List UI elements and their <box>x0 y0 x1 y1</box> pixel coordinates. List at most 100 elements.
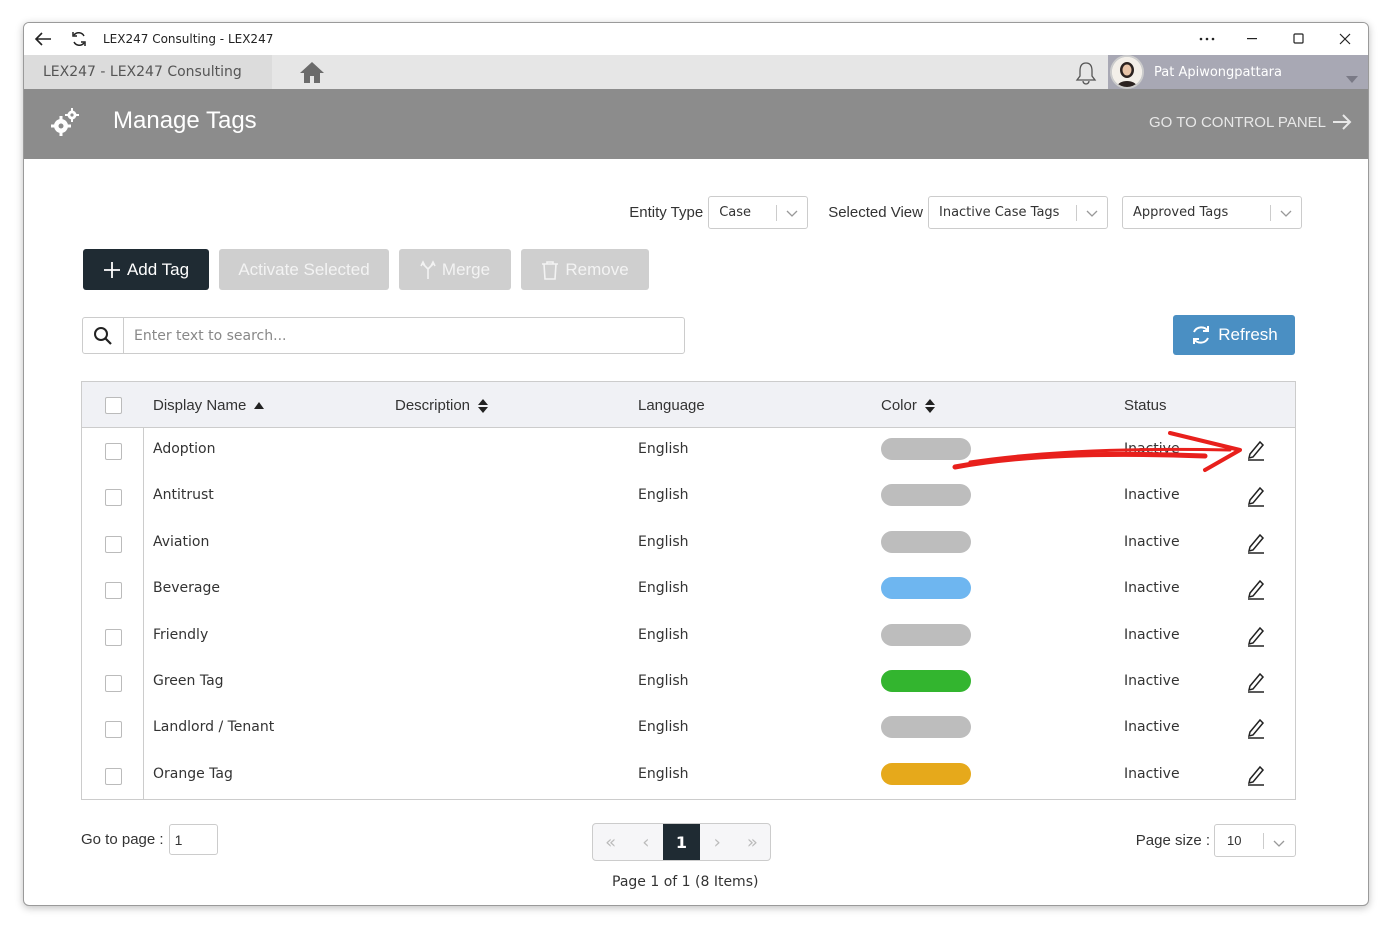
cell-display-name: Aviation <box>153 533 210 550</box>
last-page-button[interactable]: » <box>735 824 770 860</box>
refresh-button[interactable]: Refresh <box>1173 315 1295 355</box>
row-checkbox[interactable] <box>105 675 122 692</box>
plus-icon <box>103 261 120 278</box>
arrow-right-icon <box>1333 114 1352 130</box>
window-controls <box>1184 23 1368 55</box>
color-swatch <box>881 762 971 785</box>
column-label: Color <box>881 397 917 414</box>
column-color[interactable]: Color <box>881 397 935 414</box>
color-swatch <box>881 670 971 692</box>
reload-icon[interactable] <box>63 23 95 55</box>
close-icon[interactable] <box>1322 23 1368 55</box>
avatar <box>1110 55 1144 89</box>
entity-type-value: Case <box>719 205 752 220</box>
remove-button[interactable]: Remove <box>521 249 649 290</box>
cell-display-name: Landlord / Tenant <box>153 719 275 736</box>
cell-status: Inactive <box>1124 441 1180 457</box>
table-header: Display Name Description Language Color … <box>82 382 1295 428</box>
tags-table: Display Name Description Language Color … <box>81 381 1296 800</box>
page-size-label: Page size : <box>1135 832 1210 849</box>
cell-display-name: Orange Tag <box>153 765 233 782</box>
action-toolbar: Add Tag Activate Selected Merge Remove <box>83 249 649 290</box>
tab-bar: LEX247 - LEX247 Consulting Pat Apiwongpa… <box>24 55 1368 89</box>
trash-icon <box>542 260 559 280</box>
column-description[interactable]: Description <box>395 397 489 414</box>
edit-pencil-icon[interactable] <box>1246 578 1266 600</box>
sort-icon <box>924 398 935 413</box>
table-row: Antitrust English Inactive <box>82 474 1295 520</box>
edit-pencil-icon[interactable] <box>1246 485 1266 508</box>
entity-type-select[interactable]: Case <box>708 196 809 229</box>
go-to-page: Go to page : 1 <box>81 824 218 855</box>
table-row: Friendly English Inactive <box>82 614 1295 660</box>
edit-pencil-icon[interactable] <box>1246 671 1266 693</box>
dropdown-divider <box>1076 205 1077 221</box>
column-label: Status <box>1124 397 1167 414</box>
row-checkbox[interactable] <box>105 489 122 507</box>
row-checkbox[interactable] <box>105 721 122 739</box>
cell-status: Inactive <box>1124 580 1180 597</box>
go-to-page-label: Go to page : <box>81 831 164 848</box>
select-all-checkbox[interactable] <box>105 397 122 414</box>
user-menu[interactable]: Pat Apiwongpattara <box>1108 55 1368 89</box>
search-input[interactable] <box>124 318 684 353</box>
back-arrow-icon[interactable] <box>27 23 59 55</box>
chevron-down-icon <box>1273 836 1285 851</box>
selected-view-select[interactable]: Inactive Case Tags <box>928 196 1108 229</box>
next-page-button[interactable]: › <box>700 824 735 860</box>
filter-bar: Entity Type Case Selected View Inactive … <box>629 196 1302 229</box>
go-to-control-panel-link[interactable]: GO TO CONTROL PANEL <box>1149 113 1352 131</box>
row-checkbox[interactable] <box>105 628 122 646</box>
edit-pencil-icon[interactable] <box>1246 625 1266 647</box>
chevron-down-icon <box>1086 207 1098 222</box>
cell-display-name: Green Tag <box>153 673 224 689</box>
more-icon[interactable] <box>1184 23 1230 55</box>
page-size-value: 10 <box>1227 833 1242 848</box>
cell-language: English <box>638 580 689 597</box>
edit-pencil-icon[interactable] <box>1246 439 1266 461</box>
refresh-label: Refresh <box>1218 325 1278 344</box>
column-display-name[interactable]: Display Name <box>153 397 265 414</box>
add-tag-button[interactable]: Add Tag <box>83 249 209 290</box>
column-label: Language <box>638 397 705 414</box>
page-button-1[interactable]: 1 <box>663 824 700 860</box>
cell-status: Inactive <box>1124 487 1180 504</box>
merge-button[interactable]: Merge <box>399 249 511 290</box>
first-page-button[interactable]: « <box>593 824 628 860</box>
row-checkbox[interactable] <box>105 767 122 785</box>
maximize-icon[interactable] <box>1276 23 1322 55</box>
edit-pencil-icon[interactable] <box>1246 532 1266 554</box>
sort-icon <box>478 398 489 413</box>
cell-language: English <box>638 441 689 457</box>
minimize-icon[interactable] <box>1230 23 1276 55</box>
table-row: Landlord / Tenant English Inactive <box>82 706 1295 752</box>
cell-status: Inactive <box>1124 533 1180 550</box>
go-to-page-input[interactable]: 1 <box>168 824 218 855</box>
chevron-down-icon[interactable] <box>1346 68 1358 87</box>
table-row: Aviation English Inactive <box>82 521 1295 567</box>
add-tag-label: Add Tag <box>126 259 190 279</box>
table-row: Adoption English Inactive <box>82 428 1295 474</box>
cell-language: English <box>638 719 689 736</box>
dropdown-divider <box>1270 205 1271 221</box>
app-window: LEX247 Consulting - LEX247 LEX247 - LEX2… <box>23 22 1369 906</box>
row-checkbox[interactable] <box>105 443 122 460</box>
approval-select[interactable]: Approved Tags <box>1122 196 1302 229</box>
row-checkbox[interactable] <box>105 582 122 600</box>
page-size-select[interactable]: 10 <box>1214 824 1296 857</box>
bell-icon[interactable] <box>1072 59 1100 87</box>
chevron-down-icon <box>786 207 798 222</box>
title-bar: LEX247 Consulting - LEX247 <box>24 23 1368 55</box>
activate-selected-button[interactable]: Activate Selected <box>219 249 389 290</box>
sort-asc-icon <box>254 402 265 409</box>
row-checkbox[interactable] <box>105 535 122 553</box>
entity-type-label: Entity Type <box>629 204 704 221</box>
refresh-icon <box>1193 326 1210 344</box>
edit-pencil-icon[interactable] <box>1246 764 1266 786</box>
prev-page-button[interactable]: ‹ <box>628 824 663 860</box>
user-name: Pat Apiwongpattara <box>1154 64 1282 80</box>
tab-lex247-consulting[interactable]: LEX247 - LEX247 Consulting <box>24 55 272 89</box>
home-icon[interactable] <box>272 55 352 89</box>
cell-display-name: Beverage <box>153 580 220 597</box>
edit-pencil-icon[interactable] <box>1246 717 1266 740</box>
